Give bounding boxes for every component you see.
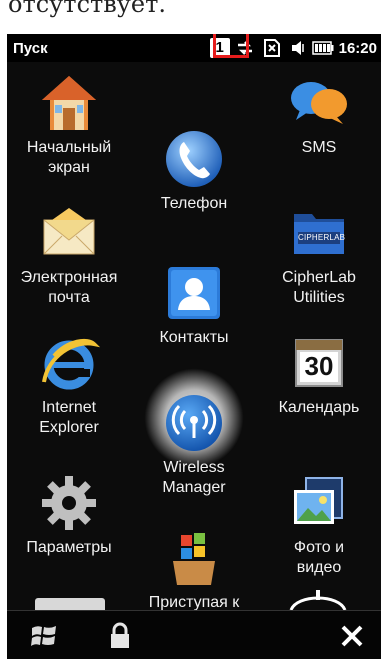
- start-menu-grid: Начальный экран Телефон SMS Электронная …: [7, 62, 381, 613]
- app-contacts[interactable]: Контакты: [132, 262, 256, 348]
- app-calendar[interactable]: 30 Календарь: [257, 332, 381, 418]
- app-label: CipherLab Utilities: [282, 269, 356, 306]
- bottom-softkey-bar: [7, 610, 381, 659]
- app-settings[interactable]: Параметры: [7, 472, 131, 558]
- highlight-box-annotation: [213, 34, 249, 58]
- gear-icon: [38, 472, 100, 534]
- app-label: SMS: [301, 139, 337, 156]
- windows-start-icon[interactable]: [29, 621, 59, 651]
- lock-icon[interactable]: [105, 621, 135, 651]
- app-phone[interactable]: Телефон: [132, 128, 256, 214]
- windows-box-icon: [163, 527, 225, 589]
- house-icon: [38, 72, 100, 134]
- app-email[interactable]: Электронная почта: [7, 202, 131, 308]
- document-top-strip: отсутствует.: [0, 0, 388, 34]
- close-icon[interactable]: [337, 621, 367, 651]
- app-label: Телефон: [160, 195, 228, 212]
- app-label: Параметры: [26, 539, 112, 556]
- app-getting-started[interactable]: Приступая к: [132, 527, 256, 613]
- envelope-icon: [38, 202, 100, 264]
- chat-bubbles-icon: [288, 72, 350, 134]
- app-label: Электронная почта: [20, 269, 118, 306]
- status-bar: Пуск 1 16:20: [7, 34, 381, 62]
- app-label: Internet Explorer: [39, 399, 99, 436]
- app-label: Wireless Manager: [162, 459, 226, 496]
- app-home-screen[interactable]: Начальный экран: [7, 72, 131, 178]
- app-label: Начальный экран: [26, 139, 112, 176]
- phone-screen: Пуск 1 16:20 Начальный экран Телефон SMS…: [7, 34, 381, 659]
- partial-app-icon-right[interactable]: [283, 588, 353, 611]
- app-sms[interactable]: SMS: [257, 72, 381, 158]
- phone-handset-icon: [163, 128, 225, 190]
- folder-label: CIPHERLAB: [298, 233, 346, 242]
- app-label: Контакты: [159, 329, 229, 346]
- app-label: Календарь: [278, 399, 360, 416]
- app-cipherlab-utilities[interactable]: CIPHERLAB CipherLab Utilities: [257, 202, 381, 308]
- internet-explorer-icon: [38, 332, 101, 394]
- app-internet-explorer[interactable]: Internet Explorer: [7, 332, 131, 438]
- folder-icon: CIPHERLAB: [288, 202, 350, 264]
- clock-time[interactable]: 16:20: [339, 40, 377, 57]
- calendar-icon: 30: [288, 332, 350, 394]
- wireless-antenna-icon: [163, 392, 225, 454]
- contact-card-icon: [163, 262, 225, 324]
- start-title[interactable]: Пуск: [13, 40, 48, 57]
- battery-icon[interactable]: [311, 40, 334, 56]
- no-sim-icon[interactable]: [260, 38, 284, 58]
- document-caption: отсутствует.: [8, 0, 167, 18]
- app-photos-video[interactable]: Фото и видео: [257, 472, 381, 578]
- calendar-day: 30: [304, 351, 334, 381]
- app-wireless-manager[interactable]: Wireless Manager: [132, 368, 256, 498]
- app-label: Фото и видео: [293, 539, 345, 576]
- speaker-muted-icon[interactable]: [289, 38, 307, 58]
- photo-film-icon: [288, 472, 350, 534]
